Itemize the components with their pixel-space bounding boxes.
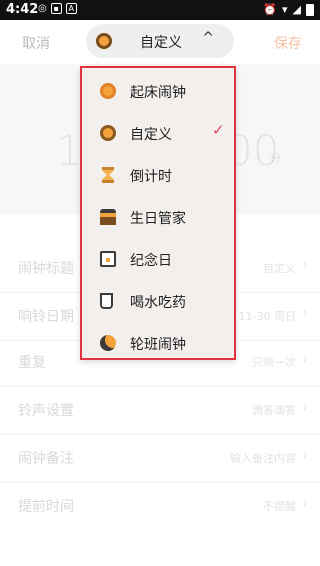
status-notification-icons: ◎ ▪ A (38, 3, 77, 14)
chevron-right-icon: › (302, 352, 308, 367)
setting-row-note[interactable]: 闹钟备注 输入备注内容 › (0, 434, 320, 482)
chevron-right-icon: › (302, 258, 308, 273)
alarm-clock-icon (100, 83, 116, 99)
check-icon: ✓ (212, 121, 225, 139)
setting-value: 11-30 周日 (238, 310, 296, 323)
app-icon: A (65, 3, 77, 14)
dropdown-item-label: 纪念日 (130, 253, 172, 269)
dropdown-item-label: 喝水吃药 (130, 295, 186, 311)
dropdown-item-birthday[interactable]: 生日管家 (82, 196, 234, 238)
dropdown-item-countdown[interactable]: 倒计时 (82, 154, 234, 196)
hourglass-icon (102, 167, 114, 183)
status-bar: 4:42 ◎ ▪ A ⏰ ▾ ◢ (0, 0, 320, 20)
alarm-status-icon: ⏰ (263, 3, 277, 16)
dropdown-item-anniversary[interactable]: 纪念日 (82, 238, 234, 280)
chevron-up-icon: ^ (202, 30, 214, 46)
hour-value: 1 (56, 126, 83, 175)
dropdown-item-wake-alarm[interactable]: 起床闹钟 (82, 70, 234, 112)
cake-icon (100, 209, 116, 225)
signal-icon: ◢ (292, 3, 301, 16)
setting-label: 铃声设置 (18, 403, 74, 419)
battery-icon (306, 3, 314, 16)
status-time: 4:42 (6, 2, 39, 17)
notification-icon: ◎ (38, 3, 47, 14)
dropdown-item-drink-medicine[interactable]: 喝水吃药 (82, 280, 234, 322)
setting-label: 重复 (18, 355, 46, 371)
setting-label: 提前时间 (18, 499, 74, 515)
moon-icon (100, 335, 116, 351)
image-icon: ▪ (50, 3, 62, 14)
dropdown-item-label: 起床闹钟 (130, 85, 186, 101)
setting-row-ringtone[interactable]: 铃声设置 滴答滴答 › (0, 386, 320, 434)
chevron-right-icon: › (302, 400, 308, 415)
setting-label: 响铃日期 (18, 309, 74, 325)
alarm-type-dropdown: 起床闹钟 自定义 ✓ 倒计时 生日管家 纪念日 喝水吃药 轮班闹钟 (80, 66, 236, 360)
dropdown-item-label: 生日管家 (130, 211, 186, 227)
setting-row-advance[interactable]: 提前时间 不提醒 › (0, 482, 320, 530)
dropdown-item-custom[interactable]: 自定义 ✓ (82, 112, 234, 154)
chevron-right-icon: › (302, 306, 308, 321)
cancel-button[interactable]: 取消 (22, 33, 50, 53)
alarm-type-label: 自定义 (140, 35, 182, 51)
gear-icon (96, 33, 112, 49)
setting-value: 输入备注内容 (230, 452, 296, 465)
setting-value: 只响一次 (252, 356, 296, 369)
setting-value: 自定义 (263, 262, 296, 275)
dropdown-item-label: 自定义 (130, 127, 172, 143)
cup-icon (100, 293, 113, 309)
dropdown-item-label: 倒计时 (130, 169, 172, 185)
minute-unit: 分 (270, 152, 281, 165)
setting-value: 滴答滴答 (252, 404, 296, 417)
dropdown-item-label: 轮班闹钟 (130, 337, 186, 353)
gear-icon (100, 125, 116, 141)
setting-label: 闹钟备注 (18, 451, 74, 467)
wifi-icon: ▾ (282, 3, 288, 16)
header: 取消 自定义 ^ 保存 (0, 20, 320, 64)
setting-value: 不提醒 (263, 500, 296, 513)
alarm-type-selector[interactable]: 自定义 ^ (86, 24, 234, 58)
calendar-icon (100, 251, 116, 267)
save-button[interactable]: 保存 (274, 33, 302, 53)
status-system-icons: ⏰ ▾ ◢ (263, 3, 314, 16)
dropdown-item-shift-alarm[interactable]: 轮班闹钟 (82, 322, 234, 364)
chevron-right-icon: › (302, 496, 308, 511)
setting-label: 闹钟标题 (18, 261, 74, 277)
chevron-right-icon: › (302, 448, 308, 463)
